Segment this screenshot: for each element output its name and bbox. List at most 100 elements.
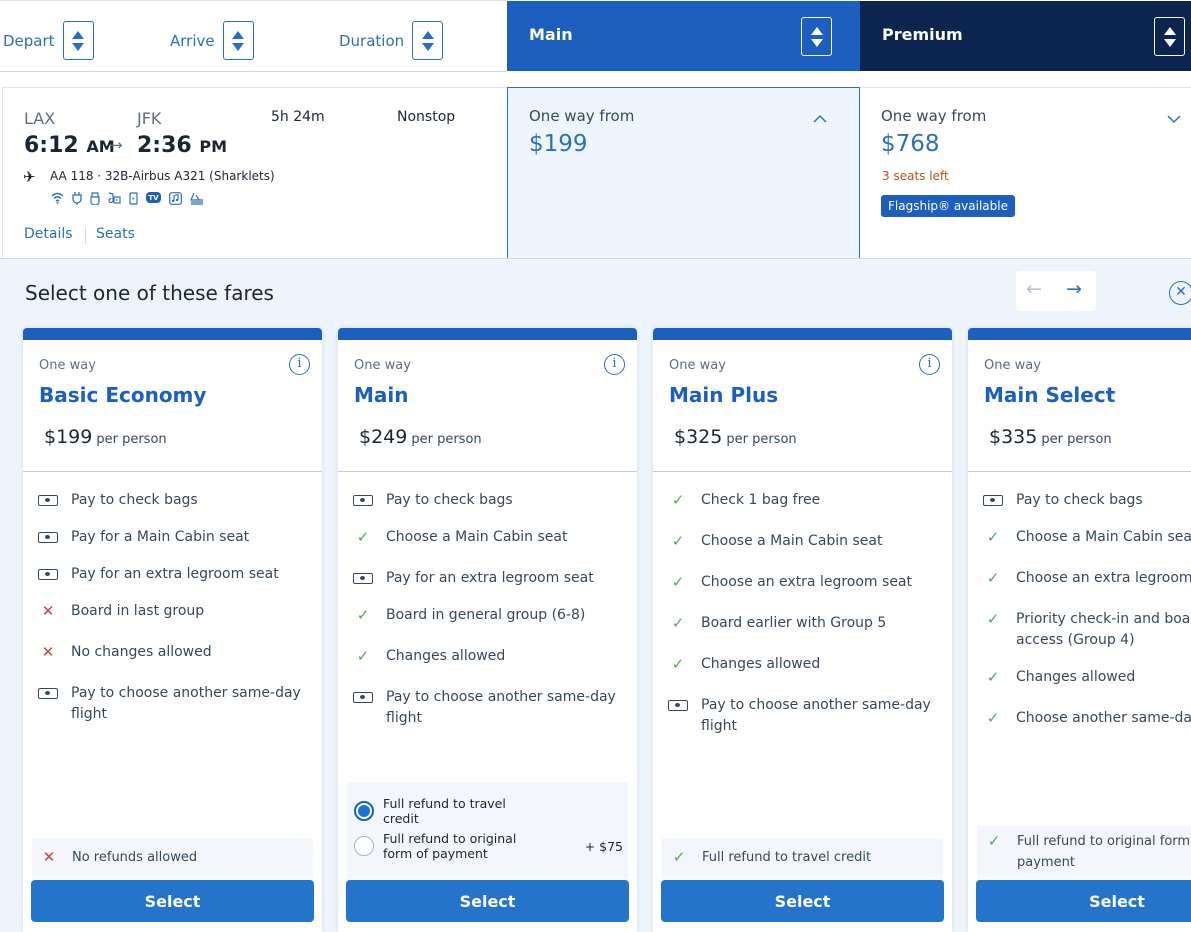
fare-price-value: $325 — [674, 426, 723, 448]
sort-down-icon — [72, 42, 85, 51]
check-icon: ✓ — [982, 609, 1004, 651]
fare-feature-text: Priority check-in and boarding access (G… — [1016, 611, 1191, 648]
refund-info: ✓ Full refund to travel credit — [662, 838, 943, 878]
fare-feature-text: Choose a Main Cabin seat — [1016, 529, 1191, 545]
fare-price-value: $199 — [44, 426, 93, 448]
refund-text: No refunds allowed — [72, 850, 198, 865]
x-glyph: ✕ — [42, 848, 56, 866]
device-entertainment-icon — [129, 192, 138, 208]
check-glyph: ✓ — [671, 532, 685, 550]
check-icon: ✓ — [667, 654, 689, 675]
cabin-tab-premium[interactable]: Premium — [860, 1, 1191, 71]
fare-card-topbar — [968, 328, 1191, 340]
flagship-badge: Flagship® available — [881, 195, 1015, 217]
select-fare-button[interactable]: Select — [661, 880, 944, 922]
fare-feature: Pay to check bags — [982, 490, 1191, 511]
fare-oneway-label: One way — [984, 358, 1041, 373]
lie-flat-seat-icon — [190, 192, 204, 208]
details-link[interactable]: Details — [24, 226, 73, 242]
fare-feature-text: Pay to choose another same-day flight — [71, 685, 301, 722]
fare-feature-text: Choose an extra legroom seat — [1016, 570, 1191, 586]
main-price-cell[interactable]: One way from $199 — [507, 87, 860, 258]
arrive-time-value: 2:36 — [137, 133, 192, 158]
refund-option-extra: + $75 — [584, 838, 623, 854]
flight-duration: 5h 24m — [271, 109, 325, 125]
refund-option-text: Full refund to original form of payment — [383, 831, 517, 861]
refund-info: ✕ No refunds allowed — [32, 838, 313, 878]
check-glyph: ✓ — [987, 832, 1001, 850]
sort-duration[interactable]: Duration — [339, 21, 444, 60]
sort-depart-button[interactable] — [62, 21, 94, 60]
select-fare-button[interactable]: Select — [976, 880, 1191, 922]
refund-radio[interactable] — [354, 836, 374, 856]
fare-feature: ✓ Changes allowed — [352, 646, 627, 667]
info-icon[interactable]: i — [919, 354, 940, 375]
fare-feature-text: Pay to choose another same-day flight — [386, 689, 616, 726]
check-icon: ✓ — [983, 831, 1005, 873]
refund-radio[interactable] — [354, 801, 374, 821]
fare-feature-text: Choose an extra legroom seat — [701, 574, 912, 590]
fare-oneway-label: One way — [354, 358, 411, 373]
money-shape — [38, 688, 58, 699]
money-shape — [38, 532, 58, 543]
fare-feature-text: Board in general group (6-8) — [386, 607, 586, 623]
airplane-icon: ✈ — [23, 168, 36, 186]
sort-depart[interactable]: Depart — [3, 21, 94, 60]
x-glyph: ✕ — [41, 602, 55, 620]
sort-main-button[interactable] — [801, 17, 832, 56]
destination-code: JFK — [137, 109, 162, 128]
fare-feature-text: Pay for a Main Cabin seat — [71, 529, 250, 545]
x-glyph: ✕ — [41, 643, 55, 661]
premium-price-cell[interactable]: One way from $768 3 seats left Flagship®… — [860, 87, 1191, 258]
power-outlet-icon — [72, 192, 82, 208]
money-icon — [37, 490, 59, 511]
chevron-up-icon[interactable] — [813, 108, 827, 127]
sort-down-icon — [1163, 38, 1176, 47]
cabin-tab-main[interactable]: Main — [507, 1, 860, 71]
check-glyph: ✓ — [986, 569, 1000, 587]
fare-price-value: $335 — [989, 426, 1038, 448]
select-fare-button[interactable]: Select — [31, 880, 314, 922]
arrive-ampm: PM — [199, 137, 228, 156]
chevron-down-icon[interactable] — [1167, 109, 1181, 128]
fare-price: $199 per person — [44, 426, 167, 448]
prev-arrow-icon[interactable]: ← — [1026, 278, 1042, 300]
money-icon — [37, 527, 59, 548]
refund-option[interactable]: Full refund to travel credit — [354, 796, 623, 826]
fare-feature: ✓ Choose an extra legroom seat — [982, 568, 1191, 589]
check-glyph: ✓ — [671, 573, 685, 591]
money-shape — [38, 569, 58, 580]
money-icon — [37, 683, 59, 725]
fare-price: $335 per person — [989, 426, 1112, 448]
check-icon: ✓ — [667, 490, 689, 511]
fare-card-topbar — [653, 328, 952, 340]
refund-feature: ✓ Full refund to travel credit — [668, 847, 933, 868]
select-fare-button[interactable]: Select — [346, 880, 629, 922]
refund-feature: ✕ No refunds allowed — [38, 847, 303, 868]
fare-feature-text: Pay for an extra legroom seat — [386, 570, 594, 586]
fare-feature-text: Changes allowed — [701, 656, 821, 672]
fare-feature: ✓ Board earlier with Group 5 — [667, 613, 942, 634]
sort-arrive-button[interactable] — [222, 21, 254, 60]
close-icon[interactable]: ✕ — [1169, 281, 1191, 305]
info-icon[interactable]: i — [604, 354, 625, 375]
money-icon — [352, 687, 374, 729]
main-price-label: One way from — [529, 107, 635, 125]
x-icon: ✕ — [38, 847, 60, 868]
usb-icon — [90, 192, 100, 208]
sort-duration-button[interactable] — [412, 21, 444, 60]
check-glyph: ✓ — [356, 528, 370, 546]
fare-price: $249 per person — [359, 426, 482, 448]
refund-option[interactable]: Full refund to original form of payment +… — [354, 831, 623, 861]
seats-link[interactable]: Seats — [96, 226, 135, 242]
refund-info: ✓ Full refund to original form of payment — [977, 826, 1191, 878]
sort-arrive[interactable]: Arrive — [170, 21, 254, 60]
next-arrow-icon[interactable]: → — [1066, 278, 1082, 300]
check-icon: ✓ — [667, 613, 689, 634]
info-icon[interactable]: i — [289, 354, 310, 375]
fare-feature: ✓ Board in general group (6-8) — [352, 605, 627, 626]
fare-feature: Pay for an extra legroom seat — [37, 564, 312, 585]
depart-time-value: 6:12 — [24, 133, 79, 158]
sort-premium-button[interactable] — [1154, 17, 1185, 56]
fare-feature: ✓ Choose another same-day flight — [982, 708, 1191, 729]
